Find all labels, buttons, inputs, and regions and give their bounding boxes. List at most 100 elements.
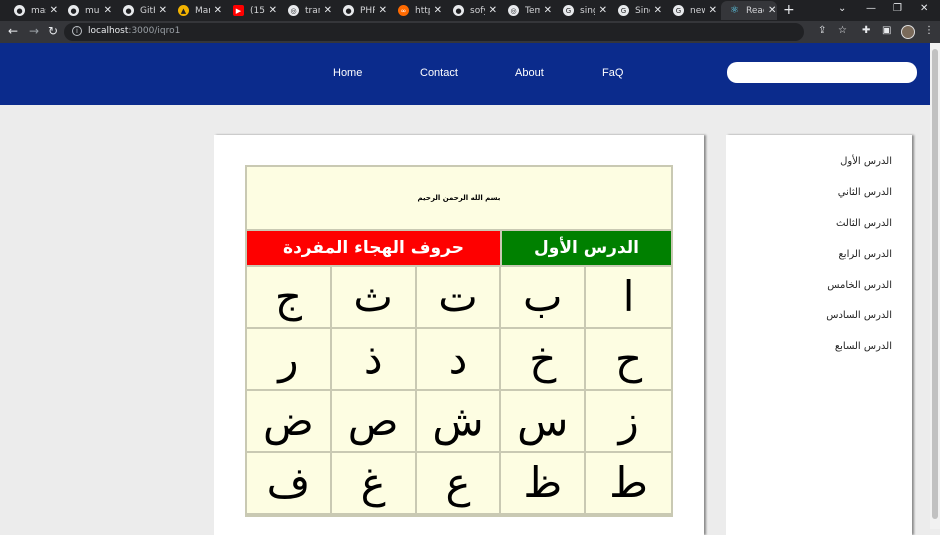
browser-tab-strip: ●mas✕ ●mun✕ ●GitH✕ ▲Man✕ ▶(156✕ ◎tran✕ ●… — [0, 0, 940, 21]
browser-tab[interactable]: ▲Man✕ — [170, 1, 222, 20]
browser-tab[interactable]: ∞http✕ — [390, 1, 442, 20]
globe-icon: ◎ — [508, 5, 519, 16]
close-icon[interactable]: ✕ — [434, 5, 442, 16]
browser-tab[interactable]: ●PHP✕ — [335, 1, 387, 20]
close-icon[interactable]: ✕ — [489, 5, 497, 16]
lesson-panel: بسم الله الرحمن الرحيم حروف الهجاء المفر… — [214, 135, 704, 535]
letter-cell: ا — [586, 267, 671, 329]
minimize-icon[interactable]: — — [866, 3, 876, 14]
back-icon[interactable]: ← — [8, 24, 18, 38]
close-icon[interactable]: ✕ — [104, 5, 112, 16]
github-icon: ● — [453, 5, 464, 16]
close-icon[interactable]: ✕ — [379, 5, 387, 16]
scrollbar-thumb[interactable] — [932, 49, 938, 519]
browser-tab[interactable]: ●mas✕ — [6, 1, 58, 20]
lesson-subtitle: حروف الهجاء المفردة — [247, 231, 502, 265]
reload-icon[interactable]: ↻ — [48, 24, 58, 38]
browser-tab[interactable]: Gnew✕ — [665, 1, 717, 20]
extensions-icon[interactable]: ✚ — [862, 25, 870, 36]
drive-icon: ▲ — [178, 5, 189, 16]
close-icon[interactable]: ✕ — [544, 5, 552, 16]
close-icon[interactable]: ✕ — [324, 5, 332, 16]
react-icon: ⚛ — [730, 5, 739, 16]
menu-icon[interactable]: ⋮ — [924, 25, 934, 36]
browser-tab[interactable]: GSing✕ — [610, 1, 662, 20]
browser-tab[interactable]: ▶(156✕ — [225, 1, 277, 20]
google-icon: G — [673, 5, 684, 16]
share-icon[interactable]: ⇪ — [818, 25, 826, 36]
letter-cell: ت — [416, 267, 502, 329]
letter-cell: ض — [247, 391, 332, 453]
close-icon[interactable]: ✕ — [768, 5, 776, 16]
lesson-sidebar: الدرس الأول الدرس الثاني الدرس الثالث ال… — [726, 135, 912, 535]
search-input[interactable] — [727, 62, 917, 83]
nav-link-faq[interactable]: FaQ — [602, 67, 623, 79]
site-navbar: Home Contact About FaQ — [0, 43, 930, 105]
browser-tab[interactable]: ●sofy✕ — [445, 1, 497, 20]
nav-link-contact[interactable]: Contact — [420, 67, 458, 79]
close-icon[interactable]: ✕ — [709, 5, 717, 16]
lesson-title: الدرس الأول — [502, 231, 671, 265]
close-icon[interactable]: ✕ — [269, 5, 277, 16]
letter-cell: ع — [416, 453, 502, 515]
letter-cell: ث — [331, 267, 417, 329]
sidebar-item-lesson-1[interactable]: الدرس الأول — [840, 156, 892, 167]
globe-icon: ◎ — [288, 5, 299, 16]
letter-cell: س — [501, 391, 587, 453]
lesson-table: بسم الله الرحمن الرحيم حروف الهجاء المفر… — [245, 165, 673, 517]
maximize-icon[interactable]: ❐ — [893, 3, 902, 14]
youtube-icon: ▶ — [233, 5, 244, 16]
link-icon: ∞ — [398, 5, 409, 16]
lesson-header-row: حروف الهجاء المفردة الدرس الأول — [247, 231, 671, 267]
window-close-icon[interactable]: ✕ — [920, 3, 928, 14]
url-text[interactable]: localhost:3000/iqro1 — [88, 26, 180, 36]
profile-avatar[interactable] — [901, 25, 915, 39]
browser-tab-active[interactable]: ⚛Reac✕ — [721, 1, 777, 20]
letter-cell: د — [416, 329, 502, 391]
letter-cell: ح — [586, 329, 671, 391]
site-info-icon[interactable]: i — [72, 26, 82, 36]
close-icon[interactable]: ✕ — [599, 5, 607, 16]
address-bar[interactable]: i localhost:3000/iqro1 — [64, 23, 804, 41]
sidebar-item-lesson-2[interactable]: الدرس الثاني — [838, 187, 892, 198]
letter-cell: خ — [501, 329, 587, 391]
sidebar-item-lesson-5[interactable]: الدرس الخامس — [827, 280, 892, 291]
tab-search-icon[interactable]: ⌄ — [838, 3, 846, 14]
sidebar-item-lesson-6[interactable]: الدرس السادس — [826, 310, 892, 321]
browser-tab[interactable]: ●GitH✕ — [115, 1, 167, 20]
letter-cell: ف — [247, 453, 332, 515]
letter-cell: ط — [586, 453, 671, 515]
close-icon[interactable]: ✕ — [654, 5, 662, 16]
sidepanel-icon[interactable]: ▣ — [882, 25, 891, 36]
new-tab-icon[interactable]: + — [783, 2, 795, 18]
nav-link-home[interactable]: Home — [333, 67, 362, 79]
letter-cell: ظ — [501, 453, 587, 515]
letter-cell: ز — [586, 391, 671, 453]
letter-cell: ص — [331, 391, 417, 453]
basmala-text: بسم الله الرحمن الرحيم — [247, 167, 671, 231]
page-scrollbar[interactable] — [930, 43, 940, 529]
github-icon: ● — [68, 5, 79, 16]
github-icon: ● — [343, 5, 354, 16]
browser-tab[interactable]: ●mun✕ — [60, 1, 112, 20]
bookmark-star-icon[interactable]: ☆ — [838, 25, 847, 36]
github-icon: ● — [14, 5, 25, 16]
browser-tab[interactable]: ◎tran✕ — [280, 1, 332, 20]
google-icon: G — [618, 5, 629, 16]
letter-cell: ج — [247, 267, 332, 329]
browser-tab[interactable]: Gsingl✕ — [555, 1, 607, 20]
browser-tab[interactable]: ◎ Tem ✕ — [500, 1, 552, 20]
browser-toolbar: ← → ↻ i localhost:3000/iqro1 ⇪ ☆ ✚ ▣ ⋮ — [0, 21, 940, 43]
letter-cell: ب — [501, 267, 587, 329]
letter-cell: ش — [416, 391, 502, 453]
close-icon[interactable]: ✕ — [50, 5, 58, 16]
forward-icon[interactable]: → — [29, 24, 39, 38]
sidebar-item-lesson-7[interactable]: الدرس السابع — [835, 341, 892, 352]
close-icon[interactable]: ✕ — [214, 5, 222, 16]
letter-cell: ر — [247, 329, 332, 391]
sidebar-item-lesson-3[interactable]: الدرس الثالث — [836, 218, 892, 229]
nav-link-about[interactable]: About — [515, 67, 544, 79]
google-icon: G — [563, 5, 574, 16]
sidebar-item-lesson-4[interactable]: الدرس الرابع — [838, 249, 892, 260]
close-icon[interactable]: ✕ — [159, 5, 167, 16]
